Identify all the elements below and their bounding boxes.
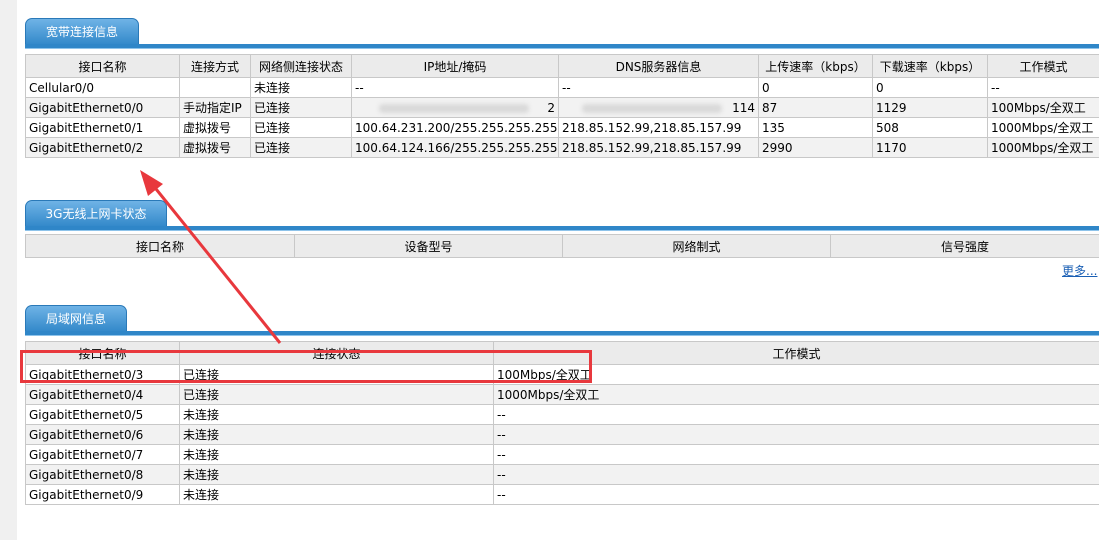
annotation-arrow — [140, 170, 282, 344]
annotation-arrow-line — [150, 183, 282, 344]
